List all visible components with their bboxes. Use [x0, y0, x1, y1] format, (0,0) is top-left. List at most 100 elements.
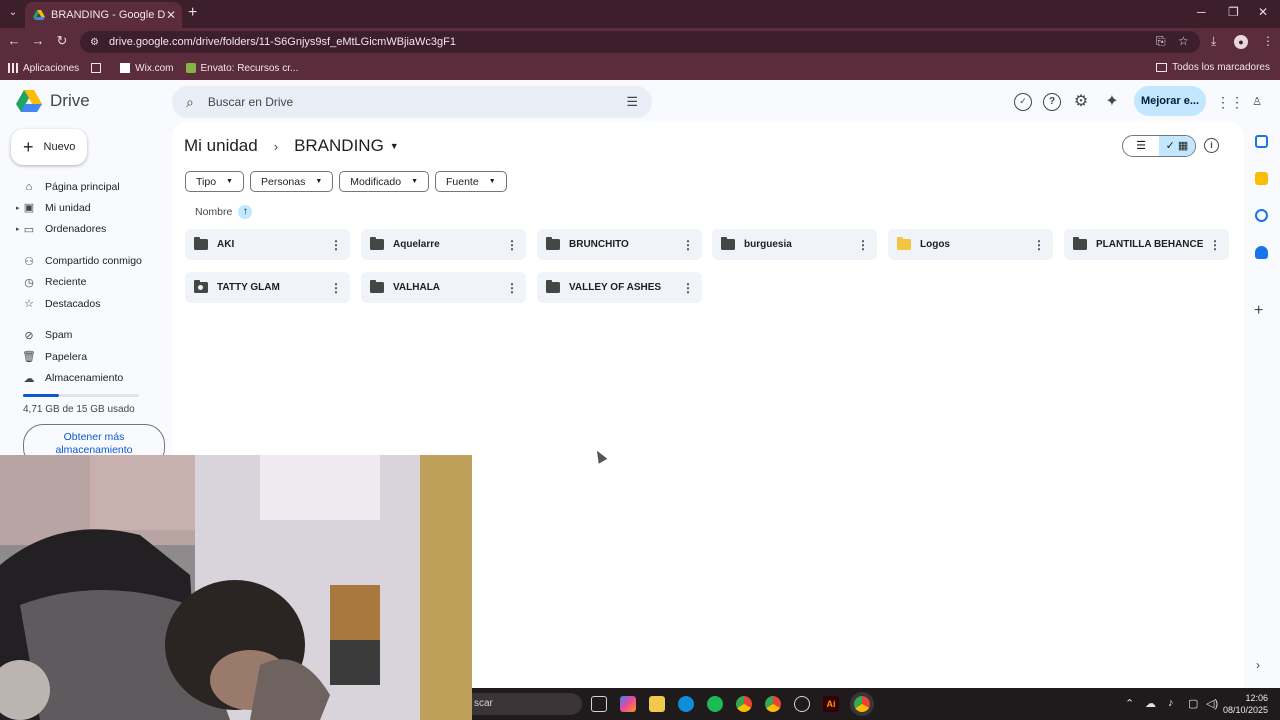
folder-card[interactable]: Aquelarre ⋮: [361, 229, 526, 260]
bookmark-star-icon[interactable]: ☆: [1178, 34, 1189, 48]
network-icon[interactable]: ▢: [1188, 697, 1198, 710]
site-info-icon[interactable]: ⚙: [90, 37, 99, 48]
illustrator-icon[interactable]: Ai: [823, 696, 839, 712]
more-options-icon[interactable]: ⋮: [682, 238, 694, 252]
close-window-icon[interactable]: ✕: [1258, 5, 1268, 19]
add-addon-icon[interactable]: +: [1254, 302, 1263, 320]
more-options-icon[interactable]: ⋮: [330, 281, 342, 295]
menu-icon[interactable]: ⋮: [1262, 34, 1274, 48]
sidebar-item-spam[interactable]: ⊘ Spam: [0, 325, 170, 346]
more-options-icon[interactable]: ⋮: [506, 238, 518, 252]
help-icon[interactable]: ?: [1043, 93, 1061, 111]
apps-grid-icon[interactable]: ⋮⋮: [1216, 93, 1244, 111]
install-app-icon[interactable]: ⎘: [1156, 34, 1166, 49]
bookmark-wix[interactable]: Wix.com: [120, 63, 174, 74]
upgrade-button[interactable]: Mejorar e...: [1134, 86, 1206, 116]
profile-avatar[interactable]: ●: [1234, 35, 1248, 49]
spotify-icon[interactable]: [707, 696, 723, 712]
sort-arrow-up-icon[interactable]: ↑: [238, 205, 253, 219]
sidebar-item-storage[interactable]: ☁ Almacenamiento: [0, 367, 170, 388]
list-view-icon[interactable]: ☰: [1123, 136, 1159, 156]
sidebar-item-starred[interactable]: ☆ Destacados: [0, 293, 170, 314]
account-avatar[interactable]: ♙: [1248, 93, 1266, 111]
task-view-icon[interactable]: [591, 696, 607, 712]
sidebar-item-recent[interactable]: ◷ Reciente: [0, 272, 170, 293]
tasks-icon[interactable]: [1255, 209, 1268, 222]
expand-panel-icon[interactable]: ›: [1256, 658, 1260, 672]
tray-overflow-icon[interactable]: ⌃: [1125, 697, 1134, 710]
settings-gear-icon[interactable]: ⚙: [1072, 93, 1090, 111]
chrome-icon[interactable]: [736, 696, 752, 712]
more-options-icon[interactable]: ⋮: [682, 281, 694, 295]
app-icon[interactable]: [794, 696, 810, 712]
filter-modified[interactable]: Modificado ▼: [339, 171, 429, 192]
keep-icon[interactable]: [1255, 172, 1268, 185]
reload-icon[interactable]: ↻: [54, 33, 70, 49]
folder-card[interactable]: burguesia ⋮: [712, 229, 877, 260]
folder-card[interactable]: Logos ⋮: [888, 229, 1053, 260]
downloads-icon[interactable]: ⤓: [1211, 34, 1216, 49]
tab-search-icon[interactable]: ⌄: [6, 6, 20, 20]
system-clock[interactable]: 12:06 08/10/2025: [1223, 692, 1268, 716]
chrome-profile-icon[interactable]: [765, 696, 781, 712]
address-bar[interactable]: ⚙ drive.google.com/drive/folders/11-S6Gn…: [80, 31, 1200, 53]
filter-source[interactable]: Fuente ▼: [435, 171, 507, 192]
sidebar-item-my-drive[interactable]: ▸ ▣ Mi unidad: [0, 197, 170, 218]
sidebar-item-computers[interactable]: ▸ ▭ Ordenadores: [0, 219, 170, 240]
back-icon[interactable]: ←: [6, 33, 22, 48]
more-options-icon[interactable]: ⋮: [506, 281, 518, 295]
more-options-icon[interactable]: ⋮: [1209, 238, 1221, 252]
maximize-icon[interactable]: ❐: [1228, 5, 1239, 19]
onedrive-icon[interactable]: ☁: [1145, 697, 1156, 710]
search-bar[interactable]: ⌕ Buscar en Drive ☰: [172, 86, 652, 118]
close-tab-icon[interactable]: ✕: [166, 8, 176, 22]
edge-icon[interactable]: [678, 696, 694, 712]
breadcrumb-my-drive[interactable]: Mi unidad: [184, 136, 258, 156]
drive-logo[interactable]: Drive: [16, 90, 90, 112]
bookmark-grid[interactable]: [91, 63, 106, 73]
filter-people[interactable]: Personas ▼: [249, 171, 334, 192]
tab-drive[interactable]: BRANDING - Google Drive ✕: [25, 2, 182, 28]
microphone-icon[interactable]: ♪: [1168, 697, 1174, 709]
volume-icon[interactable]: ◁): [1206, 697, 1218, 710]
new-tab-button[interactable]: +: [188, 4, 197, 22]
folder-card[interactable]: VALLEY OF ASHES ⋮: [537, 272, 702, 303]
sidebar-item-shared[interactable]: ⚇ Compartido conmigo: [0, 250, 170, 271]
bookmark-envato[interactable]: Envato: Recursos cr...: [185, 63, 298, 74]
all-bookmarks[interactable]: Todos los marcadores: [1156, 62, 1270, 73]
gemini-spark-icon[interactable]: ✦: [1103, 93, 1121, 111]
folder-card[interactable]: BRUNCHITO ⋮: [537, 229, 702, 260]
sidebar-item-trash[interactable]: 🗑 Papelera: [0, 346, 170, 367]
info-icon[interactable]: i: [1204, 138, 1219, 153]
clock-icon: ◷: [24, 276, 34, 289]
more-options-icon[interactable]: ⋮: [1033, 238, 1045, 252]
minimize-icon[interactable]: ─: [1197, 5, 1206, 19]
copilot-icon[interactable]: [620, 696, 636, 712]
expand-caret-icon[interactable]: ▸: [16, 204, 20, 212]
new-button[interactable]: + Nuevo: [11, 129, 87, 165]
sidebar-item-home[interactable]: ⌂ Página principal: [0, 176, 170, 197]
folder-card[interactable]: AKI ⋮: [185, 229, 350, 260]
contacts-icon[interactable]: [1255, 246, 1268, 259]
calendar-icon[interactable]: [1255, 135, 1268, 148]
breadcrumb-current-folder[interactable]: BRANDING: [294, 136, 384, 156]
search-icon[interactable]: ⌕: [186, 94, 194, 111]
filter-type[interactable]: Tipo ▼: [185, 171, 244, 192]
grid-view-icon[interactable]: ✓ ▦: [1159, 136, 1195, 156]
file-explorer-icon[interactable]: [649, 696, 665, 712]
folder-card[interactable]: VALHALA ⋮: [361, 272, 526, 303]
more-options-icon[interactable]: ⋮: [857, 238, 869, 252]
search-options-icon[interactable]: ☰: [626, 94, 638, 110]
folder-card[interactable]: PLANTILLA BEHANCE ⋮: [1064, 229, 1229, 260]
expand-caret-icon[interactable]: ▸: [16, 225, 20, 233]
chevron-down-icon[interactable]: ▼: [390, 141, 399, 151]
sort-by-name[interactable]: Nombre ↑: [195, 205, 253, 219]
taskbar-search[interactable]: scar: [472, 693, 582, 715]
bookmark-apps[interactable]: Aplicaciones: [8, 63, 79, 74]
more-options-icon[interactable]: ⋮: [330, 238, 342, 252]
folder-card[interactable]: TATTY GLAM ⋮: [185, 272, 350, 303]
chrome-active-icon[interactable]: [854, 696, 870, 712]
forward-icon[interactable]: →: [30, 33, 46, 48]
offline-status-icon[interactable]: ✓: [1014, 93, 1032, 111]
search-input[interactable]: Buscar en Drive: [208, 95, 627, 109]
